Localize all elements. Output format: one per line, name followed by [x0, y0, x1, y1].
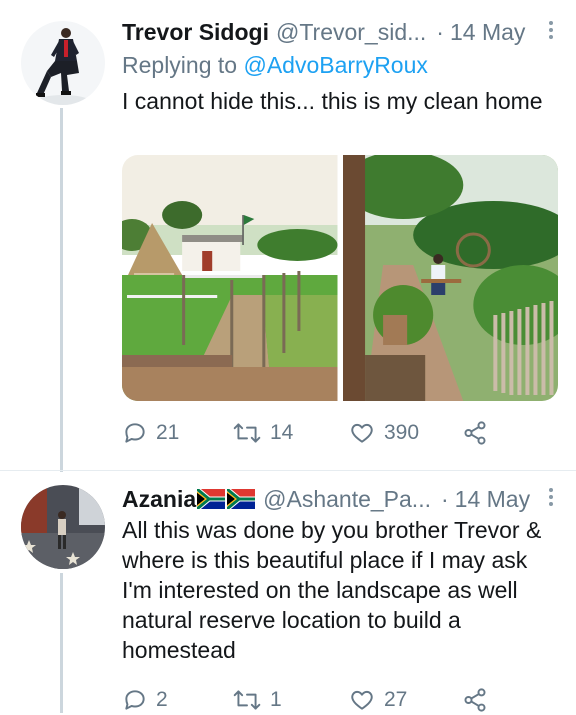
avatar-trevor[interactable] — [21, 21, 105, 105]
south-africa-flag-icon — [227, 489, 256, 509]
like-count: 390 — [384, 421, 420, 444]
separator-dot: · — [440, 485, 449, 512]
display-name[interactable]: Trevor Sidogi — [122, 19, 269, 46]
like-count: 27 — [384, 688, 408, 711]
tweet-2[interactable]: Azania @Ashante_Pa... · 14 May All this … — [0, 471, 576, 713]
media-image-1[interactable] — [122, 155, 338, 401]
tweet-actions: 21 14 390 — [122, 418, 546, 448]
replying-handle-link[interactable]: @AdvoBarryRoux — [243, 52, 427, 78]
like-icon — [351, 423, 373, 443]
media-image-2[interactable] — [342, 155, 558, 401]
user-handle[interactable]: @Trevor_sid... — [276, 19, 426, 46]
retweet-action[interactable]: 14 — [232, 420, 348, 446]
tweet-1[interactable]: Trevor Sidogi @Trevor_sid... · 14 May Re… — [0, 0, 576, 472]
replying-prefix: Replying to — [122, 52, 238, 78]
tweet-media[interactable] — [122, 155, 558, 401]
retweet-icon — [233, 423, 261, 443]
reply-action[interactable]: 21 — [122, 420, 232, 446]
tweet-text: I cannot hide this... this is my clean h… — [122, 88, 543, 114]
tweet-text: All this was done by you brother Trevor … — [122, 517, 542, 663]
reply-icon — [125, 690, 145, 710]
avatar-azania[interactable] — [21, 485, 105, 569]
tweet-date[interactable]: 14 May — [455, 486, 530, 513]
tweet-header: Trevor Sidogi @Trevor_sid... · 14 May — [122, 16, 556, 48]
share-action[interactable] — [462, 687, 496, 713]
share-icon — [464, 421, 486, 445]
reply-action[interactable]: 2 — [122, 687, 232, 713]
retweet-action[interactable]: 1 — [232, 687, 348, 713]
like-action[interactable]: 390 — [348, 420, 462, 446]
more-icon[interactable] — [546, 485, 556, 511]
reply-icon — [125, 423, 145, 443]
separator-dot: · — [436, 18, 444, 45]
reply-count: 21 — [156, 421, 180, 444]
tweet-date[interactable]: 14 May — [450, 19, 525, 46]
share-icon — [464, 688, 486, 712]
replying-to: Replying to @AdvoBarryRoux — [122, 52, 428, 79]
like-icon — [351, 690, 373, 710]
tweet-header: Azania @Ashante_Pa... · 14 May — [122, 483, 556, 515]
south-africa-flag-icon — [197, 489, 226, 509]
more-icon[interactable] — [546, 18, 556, 44]
retweet-count: 1 — [270, 688, 282, 711]
user-handle[interactable]: @Ashante_Pa... — [263, 486, 431, 513]
thread-line — [60, 573, 63, 713]
share-action[interactable] — [462, 420, 496, 446]
display-name[interactable]: Azania — [122, 486, 196, 513]
retweet-icon — [233, 690, 261, 710]
tweet-actions: 2 1 27 — [122, 685, 546, 715]
reply-count: 2 — [156, 688, 168, 711]
like-action[interactable]: 27 — [348, 687, 462, 713]
thread-line — [60, 108, 63, 472]
retweet-count: 14 — [270, 421, 294, 444]
